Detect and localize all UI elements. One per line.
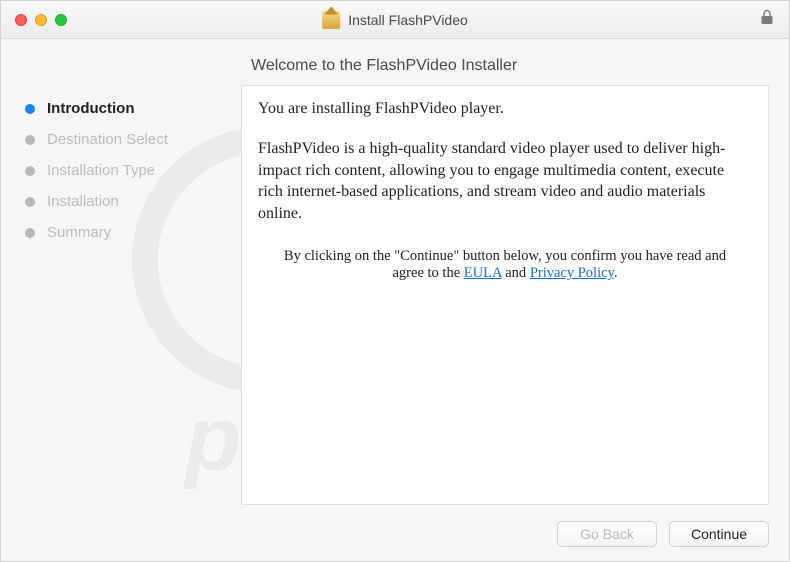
eula-link[interactable]: EULA <box>464 265 502 281</box>
close-icon[interactable] <box>15 14 27 26</box>
window-controls <box>15 14 67 26</box>
step-bullet-icon <box>25 135 35 145</box>
agree-post: . <box>614 265 618 281</box>
go-back-button: Go Back <box>557 521 657 547</box>
step-label: Installation <box>47 193 119 210</box>
agreement-text: By clicking on the "Continue" button bel… <box>258 248 752 282</box>
sidebar-step-2: Installation Type <box>21 155 231 186</box>
window-title: Install FlashPVideo <box>348 12 468 28</box>
title-center: Install FlashPVideo <box>322 11 468 29</box>
sidebar-step-1: Destination Select <box>21 124 231 155</box>
zoom-icon[interactable] <box>55 14 67 26</box>
step-label: Destination Select <box>47 131 168 148</box>
step-bullet-icon <box>25 166 35 176</box>
minimize-icon[interactable] <box>35 14 47 26</box>
sidebar-step-3: Installation <box>21 186 231 217</box>
privacy-policy-link[interactable]: Privacy Policy <box>530 265 614 281</box>
sidebar-step-4: Summary <box>21 217 231 248</box>
installer-content-panel: You are installing FlashPVideo player. F… <box>241 85 769 505</box>
lock-icon[interactable] <box>759 8 775 31</box>
window-body: pcrisk.com Welcome to the FlashPVideo In… <box>1 39 789 561</box>
step-bullet-icon <box>25 104 35 114</box>
intro-line: You are installing FlashPVideo player. <box>258 100 752 118</box>
step-label: Summary <box>47 224 111 241</box>
page-title: Welcome to the FlashPVideo Installer <box>251 57 769 75</box>
step-bullet-icon <box>25 228 35 238</box>
titlebar: Install FlashPVideo <box>1 1 789 39</box>
installer-window: Install FlashPVideo pcrisk.com Welcome t… <box>0 0 790 562</box>
continue-button[interactable]: Continue <box>669 521 769 547</box>
step-label: Introduction <box>47 100 134 117</box>
agree-mid: and <box>502 265 530 281</box>
step-label: Installation Type <box>47 162 155 179</box>
package-icon <box>322 11 340 29</box>
step-bullet-icon <box>25 197 35 207</box>
description-paragraph: FlashPVideo is a high-quality standard v… <box>258 138 752 224</box>
sidebar-step-0: Introduction <box>21 93 231 124</box>
button-bar: Go Back Continue <box>21 505 769 547</box>
steps-sidebar: Introduction Destination Select Installati… <box>21 85 231 505</box>
content-row: Introduction Destination Select Installati… <box>21 85 769 505</box>
